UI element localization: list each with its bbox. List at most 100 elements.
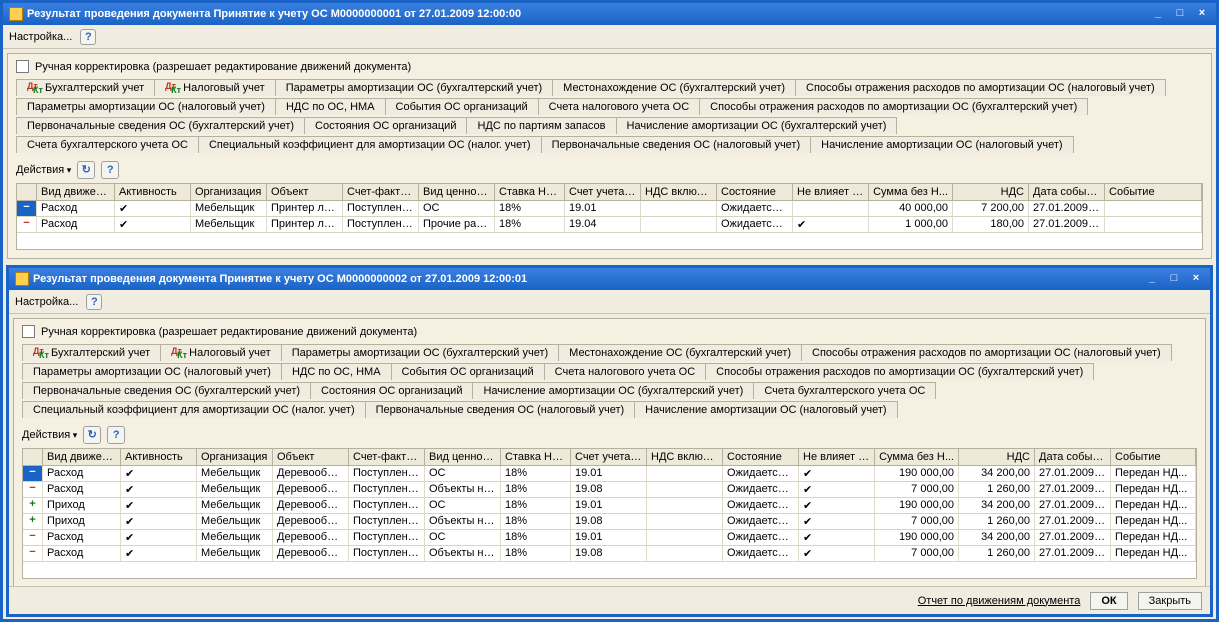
column-header[interactable] (23, 449, 43, 465)
tab-item[interactable]: ДтКтБухгалтерский учет (22, 344, 161, 361)
column-header[interactable]: Вид ценности (419, 184, 495, 200)
report-link[interactable]: Отчет по движениям документа (918, 595, 1081, 607)
column-header[interactable]: Не влияет н... (793, 184, 869, 200)
column-header[interactable]: Ставка НДС (501, 449, 571, 465)
tab-item[interactable]: Счета налогового учета ОС (538, 98, 701, 115)
help-button[interactable]: ? (107, 426, 125, 444)
table-row[interactable]: +Приход✔МебельщикДеревообра...Поступлени… (23, 514, 1196, 530)
tab-item[interactable]: Начисление амортизации ОС (налоговый уче… (810, 136, 1073, 153)
tab-item[interactable]: Местонахождение ОС (бухгалтерский учет) (552, 79, 796, 96)
tab-item[interactable]: Параметры амортизации ОС (налоговый учет… (16, 98, 276, 115)
column-header[interactable]: Счет-фактура (349, 449, 425, 465)
column-header[interactable]: Сумма без Н... (875, 449, 959, 465)
table-row[interactable]: −Расход✔МебельщикДеревообра...Поступлени… (23, 546, 1196, 562)
actions-dropdown[interactable]: Действия (16, 164, 71, 176)
tab-item[interactable]: Счета налогового учета ОС (544, 363, 707, 380)
column-header[interactable]: Организация (191, 184, 267, 200)
help-icon[interactable]: ? (86, 294, 102, 310)
column-header[interactable]: Не влияет н... (799, 449, 875, 465)
column-header[interactable]: Состояние (723, 449, 799, 465)
tab-item[interactable]: Первоначальные сведения ОС (налоговый уч… (541, 136, 812, 153)
maximize-button[interactable]: □ (1170, 6, 1190, 22)
column-header[interactable]: Дата события (1035, 449, 1111, 465)
column-header[interactable]: Сумма без Н... (869, 184, 953, 200)
tab-item[interactable]: Способы отражения расходов по амортизаци… (699, 98, 1088, 115)
tab-item[interactable]: Начисление амортизации ОС (бухгалтерский… (472, 382, 754, 399)
column-header[interactable]: Состояние (717, 184, 793, 200)
tab-item[interactable]: НДС по ОС, НМА (281, 363, 392, 380)
column-header[interactable]: Счет учета Н... (571, 449, 647, 465)
tab-item[interactable]: Параметры амортизации ОС (налоговый учет… (22, 363, 282, 380)
minimize-button[interactable]: _ (1142, 271, 1162, 287)
manual-edit-checkbox[interactable] (22, 325, 35, 338)
tab-item[interactable]: Первоначальные сведения ОС (налоговый уч… (365, 401, 636, 418)
ok-button[interactable]: ОК (1090, 592, 1127, 610)
column-header[interactable]: Вид движения (37, 184, 115, 200)
column-header[interactable]: Объект (267, 184, 343, 200)
tab-item[interactable]: ДтКтБухгалтерский учет (16, 79, 155, 96)
tab-item[interactable]: Первоначальные сведения ОС (бухгалтерски… (16, 117, 305, 134)
help-button[interactable]: ? (101, 161, 119, 179)
tab-item[interactable]: Специальный коэффициент для амортизации … (22, 401, 366, 418)
column-header[interactable]: Вид ценности (425, 449, 501, 465)
column-header[interactable]: НДС (959, 449, 1035, 465)
close-button[interactable]: × (1192, 6, 1212, 22)
tab-item[interactable]: Состояния ОС организаций (304, 117, 467, 134)
column-header[interactable]: Активность (121, 449, 197, 465)
tab-item[interactable]: ДтКтНалоговый учет (154, 79, 276, 96)
tab-item[interactable]: Местонахождение ОС (бухгалтерский учет) (558, 344, 802, 361)
column-header[interactable]: Событие (1111, 449, 1196, 465)
manual-edit-checkbox[interactable] (16, 60, 29, 73)
column-header[interactable]: Организация (197, 449, 273, 465)
close-button[interactable]: × (1186, 271, 1206, 287)
settings-link[interactable]: Настройка... (9, 31, 72, 43)
tab-item[interactable]: Начисление амортизации ОС (налоговый уче… (634, 401, 897, 418)
maximize-button[interactable]: □ (1164, 271, 1184, 287)
tab-item[interactable]: Счета бухгалтерского учета ОС (753, 382, 936, 399)
column-header[interactable]: Событие (1105, 184, 1202, 200)
tab-item[interactable]: НДС по ОС, НМА (275, 98, 386, 115)
table-cell: Ожидается ... (723, 546, 799, 561)
tab-item[interactable]: Способы отражения расходов по амортизаци… (705, 363, 1094, 380)
table-row[interactable]: +Приход✔МебельщикДеревообра...Поступлени… (23, 498, 1196, 514)
column-header[interactable]: Дата события (1029, 184, 1105, 200)
column-header[interactable]: Вид движения (43, 449, 121, 465)
column-header[interactable]: НДС включе... (641, 184, 717, 200)
column-header[interactable]: Счет учета Н... (565, 184, 641, 200)
refresh-button[interactable]: ↻ (83, 426, 101, 444)
help-icon[interactable]: ? (80, 29, 96, 45)
table-row[interactable]: −Расход✔МебельщикПринтер лаз...Поступлен… (17, 201, 1202, 217)
tab-item[interactable]: Способы отражения расходов по амортизаци… (795, 79, 1166, 96)
tab-item[interactable]: Способы отражения расходов по амортизаци… (801, 344, 1172, 361)
tab-item[interactable]: Начисление амортизации ОС (бухгалтерский… (616, 117, 898, 134)
settings-link[interactable]: Настройка... (15, 296, 78, 308)
tab-item[interactable]: События ОС организаций (385, 98, 539, 115)
actions-dropdown[interactable]: Действия (22, 429, 77, 441)
tab-item[interactable]: НДС по партиям запасов (466, 117, 616, 134)
table-row[interactable]: −Расход✔МебельщикПринтер лаз...Поступлен… (17, 217, 1202, 233)
tab-item[interactable]: Состояния ОС организаций (310, 382, 473, 399)
table-cell: Передан НД... (1111, 482, 1196, 497)
column-header[interactable]: Ставка НДС (495, 184, 565, 200)
tab-item[interactable]: Первоначальные сведения ОС (бухгалтерски… (22, 382, 311, 399)
column-header[interactable] (17, 184, 37, 200)
column-header[interactable]: Счет-фактура (343, 184, 419, 200)
tab-item[interactable]: Параметры амортизации ОС (бухгалтерский … (275, 79, 553, 96)
table-row[interactable]: −Расход✔МебельщикДеревообра...Поступлени… (23, 530, 1196, 546)
tab-item[interactable]: Параметры амортизации ОС (бухгалтерский … (281, 344, 559, 361)
tab-item[interactable]: ДтКтНалоговый учет (160, 344, 282, 361)
accounting-icon: ДтКт (27, 83, 41, 94)
tab-item[interactable]: События ОС организаций (391, 363, 545, 380)
refresh-button[interactable]: ↻ (77, 161, 95, 179)
column-header[interactable]: НДС (953, 184, 1029, 200)
minimize-button[interactable]: _ (1148, 6, 1168, 22)
table-row[interactable]: −Расход✔МебельщикДеревообра...Поступлени… (23, 466, 1196, 482)
column-header[interactable]: НДС включе... (647, 449, 723, 465)
table-row[interactable]: −Расход✔МебельщикДеревообра...Поступлени… (23, 482, 1196, 498)
column-header[interactable]: Активность (115, 184, 191, 200)
column-header[interactable]: Объект (273, 449, 349, 465)
tab-item[interactable]: Счета бухгалтерского учета ОС (16, 136, 199, 153)
close-button-footer[interactable]: Закрыть (1138, 592, 1202, 610)
tab-item[interactable]: Специальный коэффициент для амортизации … (198, 136, 542, 153)
window2-toolbar: Настройка... ? (9, 290, 1210, 314)
